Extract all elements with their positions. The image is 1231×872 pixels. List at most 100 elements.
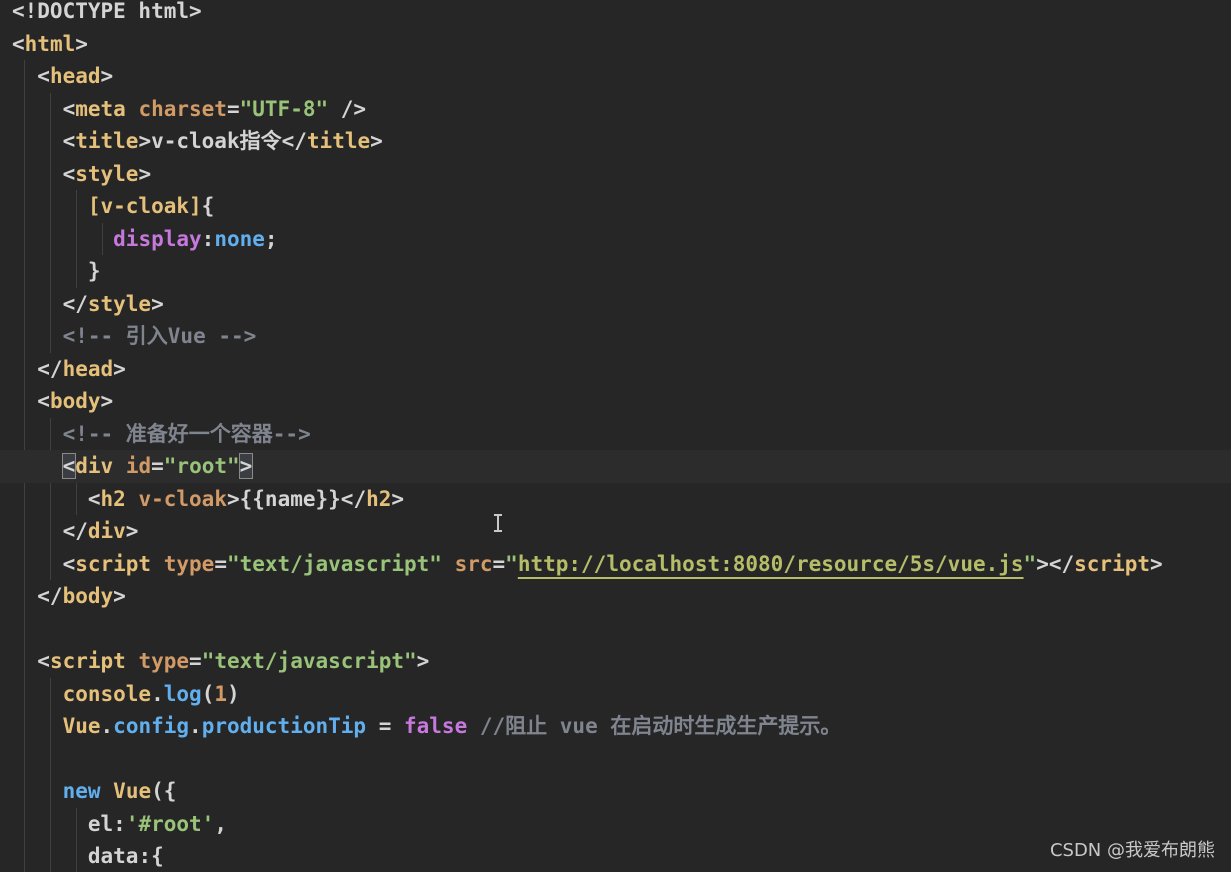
code-token: > (138, 129, 152, 153)
code-token: { (151, 844, 164, 868)
code-token: > (100, 389, 114, 413)
code-token: display (113, 226, 202, 251)
code-token: < (12, 486, 101, 511)
code-token: </ (12, 519, 88, 543)
code-token: ( (201, 681, 215, 706)
code-line[interactable]: new Vue({ (12, 775, 177, 808)
code-line[interactable]: <!-- 准备好一个容器--> (12, 418, 311, 451)
code-line[interactable]: <script type="text/javascript" src="http… (12, 548, 1163, 581)
code-token: //阻止 vue 在启动时生成生产提示。 (467, 714, 842, 738)
code-token: </ (281, 129, 307, 153)
code-token: } (12, 259, 101, 283)
code-token: h2 (366, 486, 392, 511)
code-token: : (113, 811, 126, 836)
code-token: productionTip (201, 714, 367, 738)
code-line[interactable]: <title>v-cloak指令</title> (12, 125, 383, 158)
code-token: < (12, 551, 76, 576)
code-token: log (163, 681, 202, 706)
code-line[interactable]: <html> (12, 28, 88, 61)
code-token: script (49, 649, 126, 673)
code-token: { (201, 194, 215, 218)
code-token: console (62, 681, 152, 706)
code-line[interactable]: el:'#root', (12, 808, 227, 841)
code-token: ; (264, 226, 278, 251)
code-token: "text/javascript" (226, 551, 442, 576)
code-token: /> (328, 96, 367, 121)
code-token: ></ (1036, 551, 1075, 576)
code-line[interactable]: <script type="text/javascript"> (12, 645, 429, 678)
code-token: id (125, 454, 152, 478)
code-token: config (113, 714, 190, 738)
code-token: '#root' (125, 811, 215, 836)
code-line[interactable]: [v-cloak]{ (12, 190, 214, 223)
code-token: src (454, 551, 493, 576)
code-line[interactable]: Vue.config.productionTip = false //阻止 vu… (12, 710, 842, 743)
code-token: type (138, 649, 190, 673)
code-token: > (113, 356, 126, 381)
code-token: style (87, 291, 152, 316)
code-line[interactable]: <!DOCTYPE html> (12, 0, 202, 28)
code-token: . (189, 714, 202, 738)
code-line[interactable]: <h2 v-cloak>{{name}}</h2> (12, 483, 404, 516)
code-line[interactable]: <style> (12, 158, 152, 191)
code-line[interactable]: <div id="root"> (0, 450, 1231, 483)
code-line[interactable]: <!-- 引入Vue --> (12, 320, 257, 353)
code-token: < (12, 161, 76, 186)
code-line[interactable]: data:{ (12, 840, 164, 872)
code-token: <!DOCTYPE html> (12, 0, 202, 23)
code-token: body (62, 584, 114, 608)
code-token: ) (227, 681, 240, 706)
code-token: , (214, 811, 227, 836)
code-token: < (12, 129, 76, 153)
code-line[interactable]: </head> (12, 353, 126, 386)
code-token: </ (12, 356, 63, 381)
code-line[interactable]: display:none; (12, 223, 278, 256)
code-token: v-cloak指令 (151, 129, 282, 153)
code-line[interactable]: <meta charset="UTF-8" /> (12, 93, 367, 126)
code-token: {{name}} (239, 486, 341, 511)
code-token: > (391, 486, 405, 511)
code-token: > (238, 453, 254, 479)
code-token: charset (138, 96, 227, 121)
code-token: > (151, 291, 164, 316)
code-line[interactable]: console.log(1) (12, 678, 240, 711)
code-token: h2 (100, 486, 126, 511)
code-token: > (75, 31, 88, 56)
code-token: </ (12, 291, 88, 316)
code-token: . (100, 714, 114, 738)
code-editor[interactable]: <!DOCTYPE html> <html> <head> <meta chars… (0, 0, 1231, 872)
code-token: : (138, 844, 152, 868)
code-token: Vue (62, 714, 101, 738)
code-token: < (12, 64, 50, 88)
code-token: 1 (214, 681, 227, 706)
code-token: > (138, 161, 152, 186)
code-token: > (100, 64, 114, 88)
code-token: el (87, 811, 114, 836)
code-line[interactable]: <body> (12, 385, 113, 418)
code-token: </ (12, 584, 63, 608)
text-cursor-icon (492, 512, 504, 534)
code-line[interactable]: </div> (12, 515, 139, 548)
code-token: v-cloak (138, 486, 227, 511)
code-line[interactable]: </body> (12, 580, 126, 613)
code-token: = (214, 551, 227, 576)
code-line[interactable]: } (12, 255, 101, 288)
code-line[interactable]: </style> (12, 288, 164, 321)
code-token: < (12, 389, 50, 413)
code-token: > (125, 519, 139, 543)
code-line[interactable]: <head> (12, 60, 113, 93)
code-token: [v-cloak] (87, 194, 202, 218)
code-token: = (226, 96, 240, 121)
code-token: . (151, 681, 164, 706)
code-token: new (62, 779, 101, 803)
code-token: html (24, 31, 76, 56)
